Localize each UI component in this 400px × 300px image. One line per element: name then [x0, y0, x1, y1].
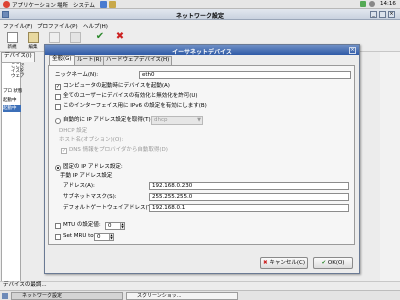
- boot-activate-checkbox[interactable]: ✓: [55, 84, 61, 90]
- device-row[interactable]: 起動中: [3, 97, 17, 104]
- subnet-label: サブネットマスク(S):: [63, 194, 117, 200]
- tab-devices[interactable]: デバイス(i): [1, 52, 35, 62]
- device-list-header: プロ 状態: [3, 89, 23, 94]
- subnet-field[interactable]: 255.255.255.0: [149, 193, 349, 201]
- mtu-spinner[interactable]: 0 ▲ ▼: [105, 222, 125, 230]
- device-row-status: 起動中: [3, 98, 17, 103]
- address-field[interactable]: 192.168.0.230: [149, 182, 349, 190]
- ipv6-label: このインターフェイス用に IPv6 の設定を有効にします(B): [63, 103, 207, 109]
- auto-ip-method-value: dhcp: [154, 117, 168, 123]
- gnome-foot-icon[interactable]: [3, 1, 10, 8]
- auto-ip-method-combo[interactable]: dhcp ▼: [151, 116, 203, 125]
- main-window-title: ネットワーク設定: [175, 13, 224, 20]
- browser-launcher-icon[interactable]: [100, 1, 107, 8]
- ok-label: OK(O): [327, 260, 345, 266]
- mru-value: 0: [97, 234, 101, 240]
- network-status-icon: [360, 1, 366, 7]
- spin-arrows-icon[interactable]: ▲ ▼: [120, 223, 124, 229]
- taskbar-network-settings[interactable]: ネットワーク設定: [11, 292, 123, 300]
- tab-general[interactable]: 全般(G): [49, 55, 75, 65]
- ok-icon: ✔: [321, 260, 327, 266]
- static-ip-label: 固定の IP アドレス設定:: [63, 164, 123, 170]
- dns-auto-checkbox[interactable]: ✓: [61, 148, 67, 154]
- profile-menu[interactable]: プロファイル(P): [37, 22, 78, 30]
- new-icon: [6, 32, 18, 43]
- top-panel: アプリケーション 場所 システム 14:16: [0, 0, 400, 9]
- mail-launcher-icon[interactable]: [109, 1, 116, 8]
- activate-icon: ✔: [95, 31, 105, 42]
- mtu-checkbox[interactable]: [55, 223, 61, 229]
- cancel-button[interactable]: ✖ キャンセル(C): [260, 257, 308, 269]
- edit-label: 編集: [28, 45, 38, 50]
- ok-button[interactable]: ✔ OK(O): [313, 257, 353, 269]
- help-menu[interactable]: ヘルプ(H): [83, 22, 108, 30]
- dialog-titlebar: イーサネットデバイス ×: [45, 45, 359, 56]
- user-control-label: 全てのユーザーにデバイスの有効化と無効化を許可(U): [63, 93, 198, 99]
- cancel-icon: ✖: [263, 260, 268, 266]
- mru-spinner[interactable]: 0 ▲ ▼: [94, 233, 114, 241]
- status-text: デバイスの最調...: [3, 282, 47, 288]
- device-list-panel: ここで イスを ウェア プロ 状態 起動中 起動中: [1, 62, 25, 288]
- auto-ip-radio[interactable]: [55, 118, 61, 124]
- taskbar-screenshot[interactable]: スクリーンショッ...: [126, 292, 238, 300]
- ethernet-device-dialog: イーサネットデバイス × 全般(G) ルート(R) ハードウェアデバイス(H) …: [44, 44, 360, 274]
- copy-icon: [48, 32, 60, 43]
- general-tab-panel: ニックネーム(N): eth0 ✓ コンピュータの起動時にデバイスを起動(A) …: [48, 65, 355, 245]
- boot-activate-label: コンピュータの起動時にデバイスを起動(A): [63, 83, 170, 89]
- tab-hardware-device[interactable]: ハードウェアデバイス(H): [103, 56, 173, 65]
- taskbar-label: スクリーンショッ...: [137, 293, 182, 299]
- device-row-status: 起動中: [3, 106, 17, 111]
- auto-ip-label: 自動的に IP アドレス設定を取得(T):: [63, 117, 153, 123]
- mru-checkbox[interactable]: [55, 234, 61, 240]
- gateway-field[interactable]: 192.168.0.1: [149, 204, 349, 212]
- cancel-label: キャンセル(C): [269, 260, 305, 266]
- user-control-checkbox[interactable]: [55, 94, 61, 100]
- left-side-text: ウェア: [11, 74, 25, 79]
- main-menubar: ファイル(F) プロファイル(P) ヘルプ(H): [0, 20, 400, 30]
- file-menu[interactable]: ファイル(F): [3, 22, 32, 30]
- places-menu[interactable]: 場所: [57, 1, 68, 9]
- close-icon[interactable]: ×: [388, 11, 395, 18]
- dns-auto-label: DNS 情報をプロバイダから自動取得(D): [69, 147, 168, 153]
- taskbar-label: ネットワーク設定: [22, 293, 63, 299]
- manual-ip-group-label: 手動 IP アドレス設定: [60, 173, 113, 179]
- main-window-titlebar: ネットワーク設定 _ ×: [0, 9, 400, 20]
- minimize-icon[interactable]: _: [370, 11, 377, 18]
- device-row-selected[interactable]: 起動中: [3, 105, 21, 112]
- dialog-title: イーサネットデバイス: [172, 49, 232, 56]
- static-ip-radio[interactable]: [55, 165, 61, 171]
- deactivate-icon: ✖: [115, 31, 125, 42]
- nickname-field[interactable]: eth0: [139, 71, 351, 79]
- ipv6-checkbox[interactable]: [55, 104, 61, 110]
- tab-route[interactable]: ルート(R): [74, 56, 105, 65]
- volume-icon[interactable]: [369, 1, 375, 7]
- taskbar: ネットワーク設定 スクリーンショッ...: [0, 290, 400, 300]
- applications-menu[interactable]: アプリケーション: [12, 1, 56, 9]
- nickname-label: ニックネーム(N):: [55, 72, 99, 78]
- mtu-label: MTU の設定値:: [63, 222, 101, 228]
- address-label: アドレス(A):: [63, 183, 95, 189]
- left-tabbar: デバイス(i): [1, 52, 41, 62]
- dhcp-settings-label: DHCP 設定: [59, 128, 88, 134]
- edit-icon: [27, 32, 39, 43]
- status-bar: デバイスの最調...: [0, 281, 400, 290]
- chevron-down-icon: ▼: [197, 117, 201, 123]
- dialog-close-icon[interactable]: ×: [349, 47, 356, 54]
- mtu-value: 0: [108, 223, 112, 229]
- background-window-edge: [380, 52, 400, 292]
- clock[interactable]: 14:16: [380, 1, 396, 7]
- spin-arrows-icon[interactable]: ▲ ▼: [109, 234, 113, 240]
- maximize-icon[interactable]: [379, 11, 386, 18]
- gateway-label: デフォルトゲートウェイアドレス(T):: [63, 205, 156, 211]
- system-menu[interactable]: システム: [73, 1, 95, 9]
- show-desktop-icon[interactable]: [2, 293, 8, 299]
- new-label: 新規: [7, 45, 17, 50]
- new-button[interactable]: 新規: [3, 32, 21, 51]
- delete-icon: [69, 32, 81, 43]
- mru-label: Set MRU to: [63, 233, 94, 239]
- edit-button[interactable]: 編集: [24, 32, 42, 51]
- hostname-field[interactable]: [59, 138, 169, 146]
